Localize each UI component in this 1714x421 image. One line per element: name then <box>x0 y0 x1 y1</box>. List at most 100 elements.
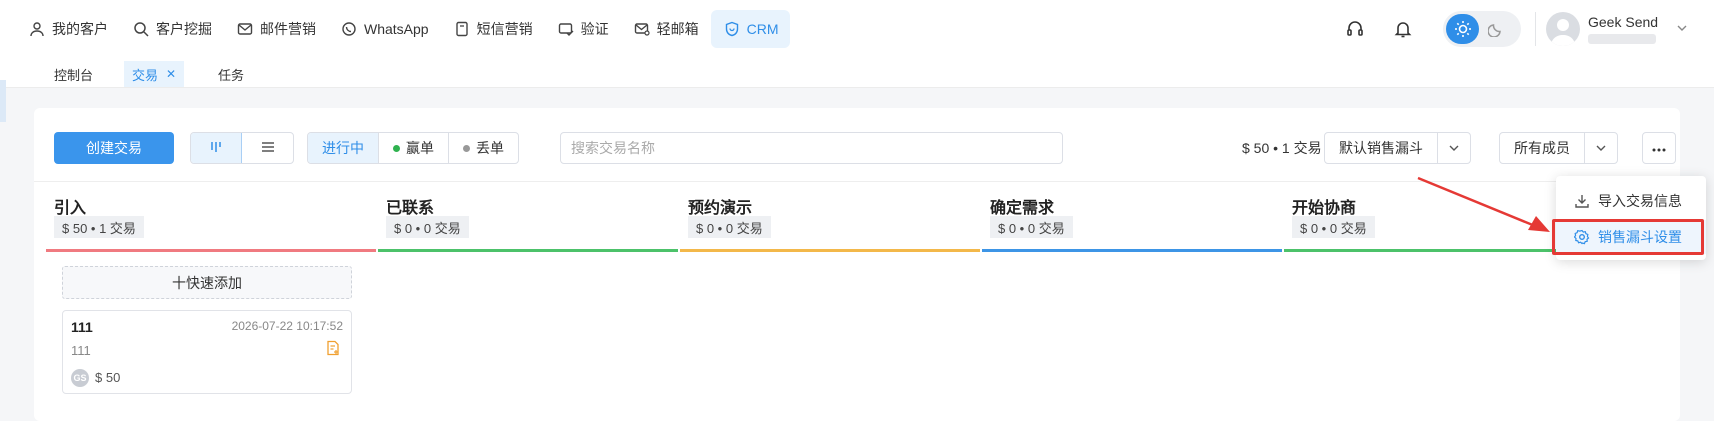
verify-icon <box>557 20 575 38</box>
menu-item-label: 导入交易信息 <box>1598 193 1682 209</box>
column-title: 预约演示 <box>688 200 753 217</box>
whatsapp-icon <box>340 20 358 38</box>
chevron-down-icon[interactable] <box>1676 21 1688 37</box>
create-deal-button[interactable]: 创建交易 <box>54 132 174 164</box>
divider <box>1535 12 1536 46</box>
status-lost[interactable]: 丢单 <box>449 133 518 163</box>
mail-icon <box>236 20 254 38</box>
menu-item-pipeline-settings[interactable]: 销售漏斗设置 <box>1556 220 1706 254</box>
column-stage-line <box>46 249 376 252</box>
column-summary: $ 0 • 0 交易 <box>1292 216 1375 238</box>
nav-item-label: 我的客户 <box>52 21 108 37</box>
nav-item-customer-mining[interactable]: 客户挖掘 <box>120 10 224 48</box>
deal-description: 111 <box>71 343 91 358</box>
nav-item-label: 邮件营销 <box>260 21 316 37</box>
tab-deals[interactable]: 交易 ✕ <box>124 61 185 87</box>
search-box <box>560 132 1063 164</box>
menu-item-label: 销售漏斗设置 <box>1598 229 1682 245</box>
tab-console[interactable]: 控制台 <box>46 61 101 87</box>
pipeline-column: 确定需求 $ 0 • 0 交易 <box>982 182 1282 421</box>
light-mail-icon <box>633 20 651 38</box>
pipeline-select-value: 默认销售漏斗 <box>1325 133 1438 163</box>
search-icon <box>132 20 150 38</box>
status-won[interactable]: 赢单 <box>379 133 449 163</box>
member-select-value: 所有成员 <box>1500 133 1585 163</box>
tab-tasks[interactable]: 任务 <box>210 61 252 87</box>
nav-item-label: 短信营销 <box>476 21 533 37</box>
nav-item-sms-marketing[interactable]: 短信营销 <box>441 10 545 48</box>
nav-item-label: 轻邮箱 <box>656 21 699 37</box>
more-actions-menu: 导入交易信息 销售漏斗设置 <box>1556 176 1706 260</box>
nav-item-label: 验证 <box>580 21 609 37</box>
status-filter: 进行中 赢单 丢单 <box>307 132 519 164</box>
deal-card[interactable]: 111 2026-07-22 10:17:52 111 GS $ 50 <box>62 310 352 394</box>
column-stage-line <box>378 249 678 252</box>
nav-item-crm[interactable]: CRM <box>710 10 791 48</box>
nav-item-verify[interactable]: 验证 <box>545 10 621 48</box>
nav-item-my-customers[interactable]: 我的客户 <box>16 10 120 48</box>
list-icon <box>261 140 275 157</box>
deal-name: 111 <box>71 319 93 335</box>
moon-icon[interactable] <box>1479 14 1512 44</box>
deals-toolbar: 创建交易 进行中 赢单 丢单 $ 50 • 1 交易 默认 <box>34 108 1680 182</box>
note-add-icon[interactable] <box>325 340 341 359</box>
status-in-progress[interactable]: 进行中 <box>308 133 379 163</box>
deal-search-input[interactable] <box>560 132 1063 164</box>
user-info[interactable]: Geek Send <box>1588 14 1668 44</box>
list-view-button[interactable] <box>242 133 293 163</box>
pipeline-column: 引入 $ 50 • 1 交易 十快速添加 111 2026-07-22 10:1… <box>46 182 376 421</box>
column-title: 确定需求 <box>990 200 1055 217</box>
bell-icon[interactable] <box>1385 11 1421 47</box>
chevron-down-icon <box>1585 142 1617 154</box>
pipeline-column: 预约演示 $ 0 • 0 交易 <box>680 182 980 421</box>
top-navigation-bar: 我的客户 客户挖掘 邮件营销 WhatsApp 短信营销 验证 轻邮箱 CRM <box>0 0 1714 58</box>
column-summary: $ 50 • 1 交易 <box>54 216 144 238</box>
status-lost-label: 丢单 <box>476 140 504 156</box>
column-title: 引入 <box>54 200 87 217</box>
close-icon[interactable]: ✕ <box>166 67 176 81</box>
download-icon <box>1574 193 1590 209</box>
pipeline-select[interactable]: 默认销售漏斗 <box>1324 132 1471 164</box>
nav-item-label: 客户挖掘 <box>156 21 212 37</box>
sidebar-collapse-handle[interactable] <box>0 80 6 122</box>
user-email-redacted <box>1588 34 1656 44</box>
avatar[interactable] <box>1546 12 1580 46</box>
menu-item-import-deals[interactable]: 导入交易信息 <box>1556 184 1706 218</box>
sms-icon <box>453 20 471 38</box>
nav-item-label: CRM <box>746 21 779 37</box>
crm-icon <box>723 20 741 38</box>
headset-icon[interactable] <box>1337 11 1373 47</box>
tab-label: 交易 <box>132 67 159 83</box>
user-name: Geek Send <box>1588 14 1659 30</box>
nav-item-light-mail[interactable]: 轻邮箱 <box>621 10 711 48</box>
tab-label: 控制台 <box>54 67 94 83</box>
pipeline-column: 已联系 $ 0 • 0 交易 <box>378 182 678 421</box>
kanban-view-button[interactable] <box>191 133 242 163</box>
owner-avatar: GS <box>71 369 89 387</box>
column-summary: $ 0 • 0 交易 <box>990 216 1073 238</box>
view-switch <box>190 132 294 164</box>
gear-icon <box>1574 229 1590 245</box>
nav-item-label: WhatsApp <box>364 21 429 37</box>
main-nav: 我的客户 客户挖掘 邮件营销 WhatsApp 短信营销 验证 轻邮箱 CRM <box>16 10 791 48</box>
column-stage-line <box>680 249 980 252</box>
quick-add-button[interactable]: 十快速添加 <box>62 266 352 299</box>
column-summary: $ 0 • 0 交易 <box>688 216 771 238</box>
column-stage-line <box>982 249 1282 252</box>
tab-bar: 控制台 交易 ✕ 任务 <box>0 58 1714 88</box>
kanban-icon <box>209 140 223 157</box>
nav-item-whatsapp[interactable]: WhatsApp <box>328 10 441 48</box>
column-title: 开始协商 <box>1292 200 1357 217</box>
member-select[interactable]: 所有成员 <box>1499 132 1618 164</box>
more-button[interactable] <box>1642 132 1676 164</box>
top-right-controls: Geek Send <box>1337 0 1714 58</box>
theme-toggle[interactable] <box>1443 11 1521 47</box>
column-summary: $ 0 • 0 交易 <box>386 216 469 238</box>
sun-icon[interactable] <box>1446 14 1479 44</box>
deals-board: 创建交易 进行中 赢单 丢单 $ 50 • 1 交易 默认 <box>34 108 1680 421</box>
deal-amount: $ 50 <box>95 370 121 385</box>
deals-summary: $ 50 • 1 交易 <box>1242 140 1322 156</box>
nav-item-email-marketing[interactable]: 邮件营销 <box>224 10 328 48</box>
ellipsis-icon <box>1651 140 1667 156</box>
tab-label: 任务 <box>218 67 245 83</box>
